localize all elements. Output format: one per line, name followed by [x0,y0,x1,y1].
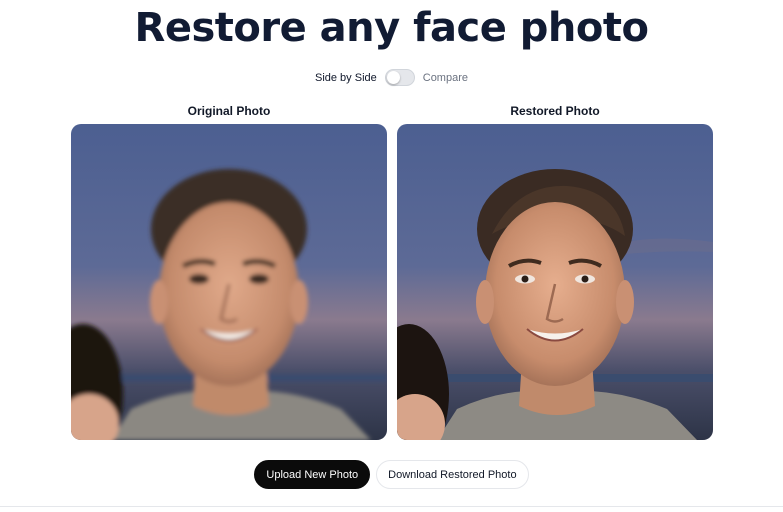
footer-divider [0,506,783,507]
side-by-side-label: Side by Side [314,71,377,84]
restored-photo-label: Restored Photo [510,104,600,118]
restored-photo [397,124,713,440]
restored-photo-image [397,124,713,440]
original-photo-image [71,124,387,440]
original-photo-label: Original Photo [187,104,271,118]
action-buttons: Upload New Photo Download Restored Photo [0,460,783,489]
original-photo [71,124,387,440]
download-restored-photo-button[interactable]: Download Restored Photo [376,460,529,489]
page-title: Restore any face photo [134,5,649,51]
view-mode-toggle[interactable] [384,69,415,86]
compare-label: Compare [422,71,468,84]
toggle-knob [386,71,400,84]
view-toggle-row: Side by Side Compare [0,69,783,86]
upload-new-photo-button[interactable]: Upload New Photo [254,460,371,489]
